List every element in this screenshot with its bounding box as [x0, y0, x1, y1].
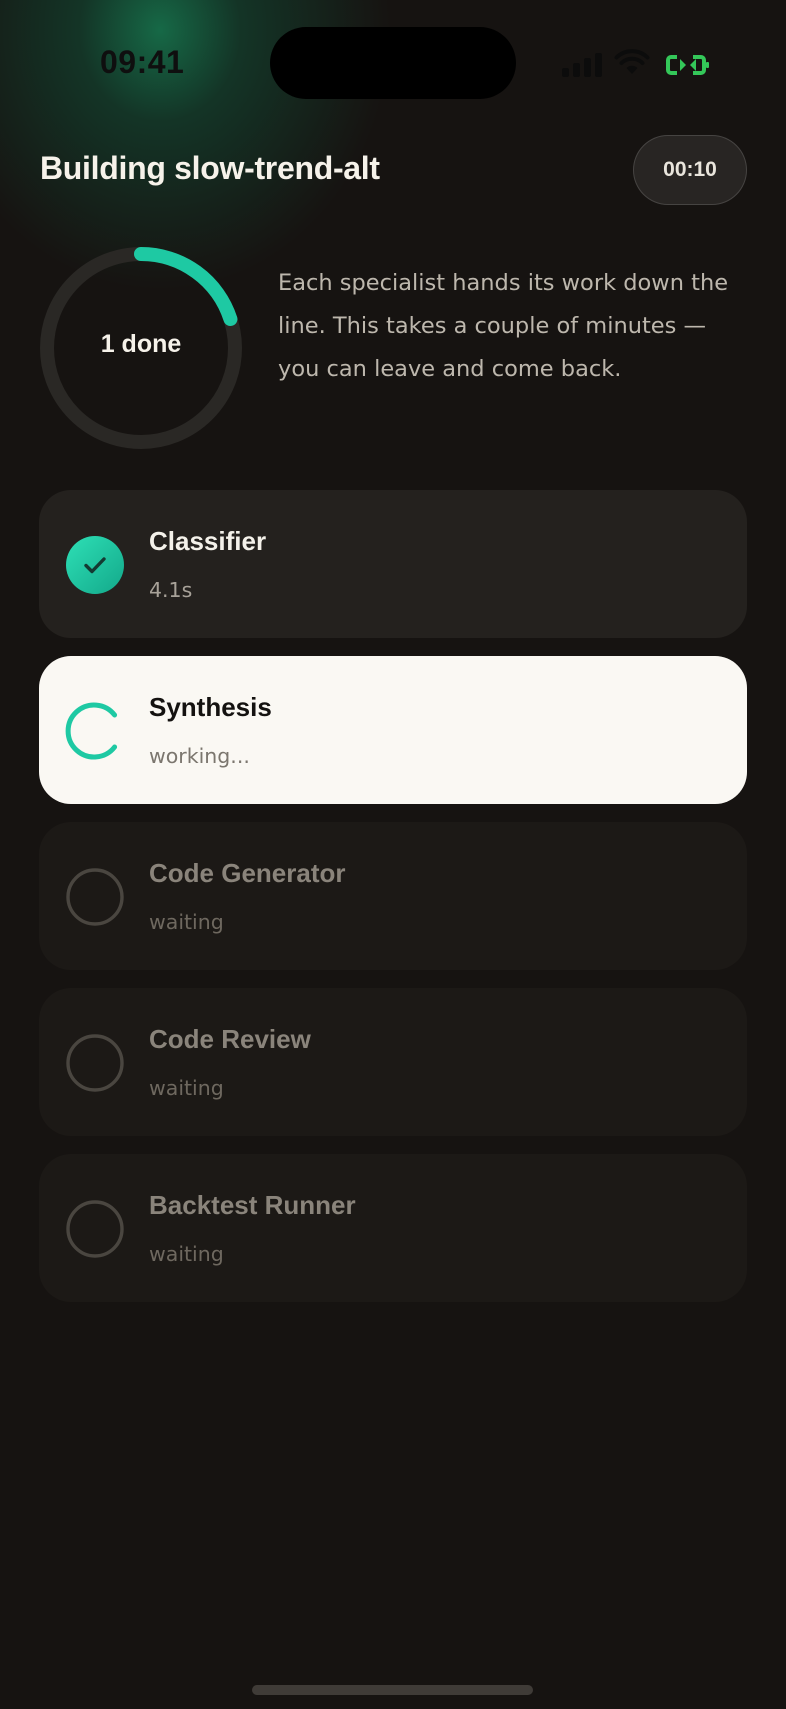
spinner-icon	[65, 702, 118, 760]
battery-icon	[666, 55, 709, 75]
dynamic-island	[270, 27, 516, 99]
status-bar: 09:41	[0, 0, 786, 130]
step-name: Classifier	[149, 526, 267, 556]
home-indicator[interactable]	[252, 1685, 533, 1695]
step-name: Synthesis	[149, 692, 272, 722]
elapsed-timer: 00:10	[633, 135, 747, 205]
step-status: waiting	[149, 910, 224, 934]
step-name: Code Review	[149, 1024, 311, 1054]
empty-circle-icon	[66, 868, 124, 926]
empty-circle-icon	[66, 1034, 124, 1092]
empty-circle-icon	[66, 1200, 124, 1258]
progress-description: Each specialist hands its work down the …	[278, 270, 729, 382]
signal-icon	[562, 53, 604, 77]
step-status: waiting	[149, 1076, 224, 1100]
step-status: working...	[149, 744, 250, 768]
step-status: waiting	[149, 1242, 224, 1266]
step-card-code-review[interactable]: Code Review waiting	[39, 988, 747, 1136]
page-title: Building slow-trend-alt	[40, 150, 380, 186]
status-time: 09:41	[100, 44, 185, 80]
progress-label: 1 done	[100, 330, 182, 358]
step-duration: 4.1s	[149, 578, 193, 602]
step-card-code-generator[interactable]: Code Generator waiting	[39, 822, 747, 970]
step-name: Backtest Runner	[149, 1190, 356, 1220]
wifi-icon	[614, 49, 650, 74]
check-icon	[66, 536, 124, 594]
step-name: Code Generator	[149, 858, 346, 888]
step-card-backtest-runner[interactable]: Backtest Runner waiting	[39, 1154, 747, 1302]
step-card-classifier[interactable]: Classifier 4.1s	[39, 490, 747, 638]
step-card-synthesis[interactable]: Synthesis working...	[39, 656, 747, 804]
